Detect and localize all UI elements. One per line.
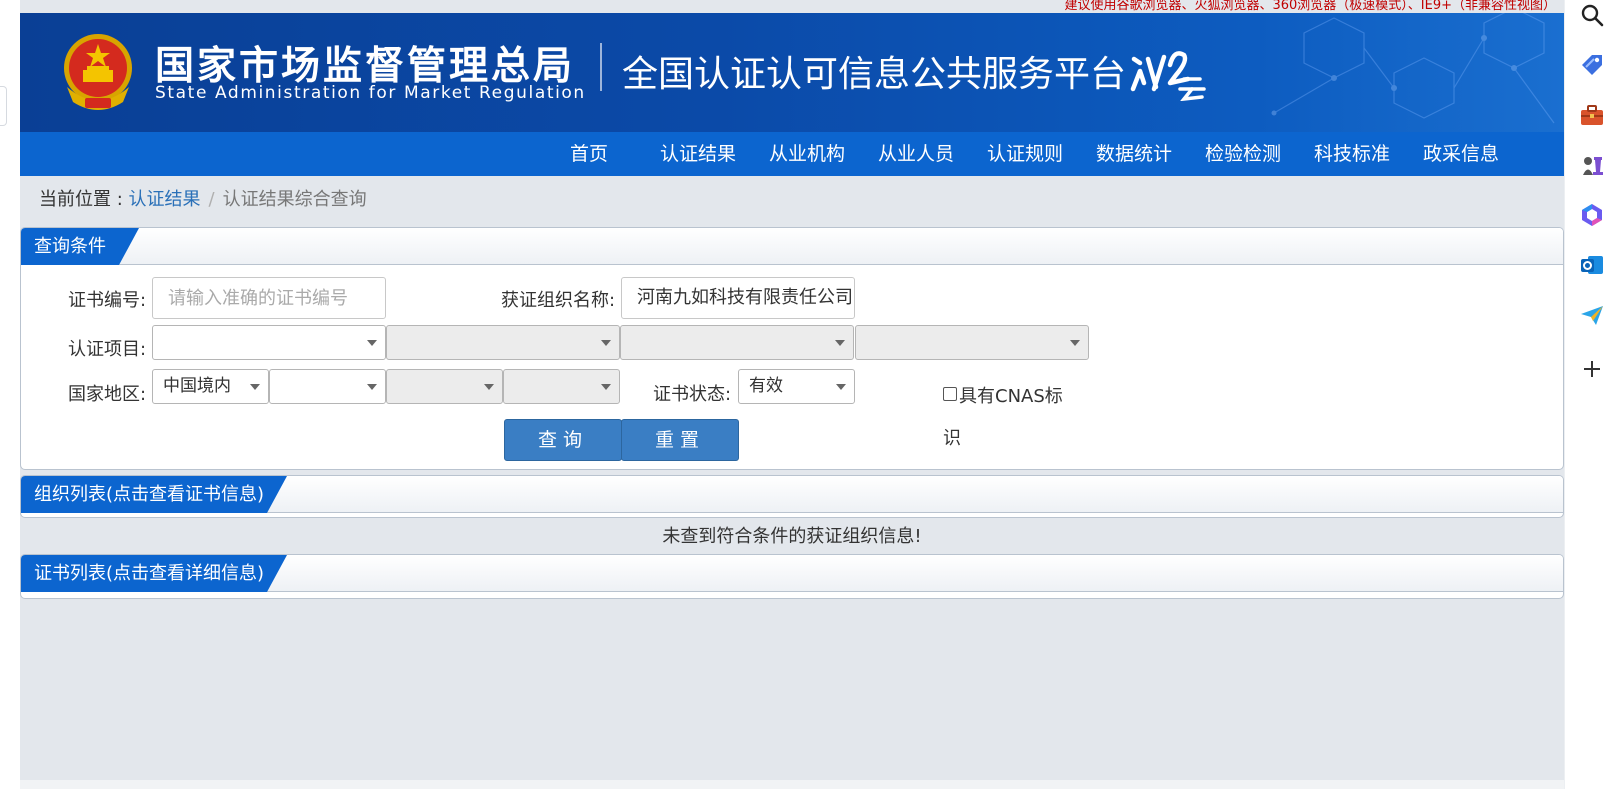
nav-item-institutions[interactable]: 从业机构 <box>769 132 845 176</box>
project-select-1[interactable] <box>152 325 386 360</box>
search-button[interactable]: 查询 <box>504 419 622 461</box>
nav-item-standards[interactable]: 科技标准 <box>1314 132 1390 176</box>
region-select-value: 中国境内 <box>163 376 231 396</box>
send-icon[interactable] <box>1579 302 1605 328</box>
region-select-city[interactable] <box>386 369 503 404</box>
project-select-3[interactable] <box>620 325 854 360</box>
org-name-label: 获证组织名称: <box>501 290 616 311</box>
nav-item-personnel[interactable]: 从业人员 <box>878 132 954 176</box>
cnas-label: 具有CNAS标识 <box>943 386 1063 449</box>
chevron-down-icon <box>484 384 494 390</box>
reset-button[interactable]: 重置 <box>621 419 739 461</box>
status-select-value: 有效 <box>749 376 783 396</box>
project-label: 认证项目: <box>68 339 147 360</box>
query-panel-header: 查询条件 <box>21 228 1563 265</box>
network-decoration <box>1271 13 1555 124</box>
region-select-district[interactable] <box>503 369 620 404</box>
org-list-empty-message: 未查到符合条件的获证组织信息! <box>662 526 922 547</box>
tag-icon[interactable] <box>1579 52 1605 78</box>
browser-notice: 建议使用谷歌浏览器、火狐浏览器、360浏览器（极速模式）、IE9+（非兼容性视图… <box>1064 0 1556 13</box>
national-emblem-icon <box>64 34 132 110</box>
region-select-country[interactable]: 中国境内 <box>152 369 269 404</box>
nav-item-inspection[interactable]: 检验检测 <box>1205 132 1281 176</box>
side-panel-handle[interactable] <box>0 86 7 126</box>
chevron-down-icon <box>836 384 846 390</box>
nav-item-procurement[interactable]: 政采信息 <box>1423 132 1499 176</box>
breadcrumb-prefix: 当前位置 : <box>39 189 129 210</box>
nav-item-cert-rules[interactable]: 认证规则 <box>987 132 1063 176</box>
copilot-icon[interactable] <box>1579 202 1605 228</box>
nav-item-statistics[interactable]: 数据统计 <box>1096 132 1172 176</box>
page: 建议使用谷歌浏览器、火狐浏览器、360浏览器（极速模式）、IE9+（非兼容性视图… <box>20 0 1564 780</box>
nav-item-home[interactable]: 首页 <box>570 132 608 176</box>
cert-list-header: 证书列表(点击查看详细信息) <box>21 555 1563 592</box>
status-select[interactable]: 有效 <box>738 369 855 404</box>
cert-list-title[interactable]: 证书列表(点击查看详细信息) <box>21 555 287 592</box>
project-select-4[interactable] <box>855 325 1089 360</box>
chevron-down-icon <box>250 384 260 390</box>
search-icon[interactable] <box>1579 2 1605 28</box>
add-icon[interactable] <box>1579 356 1605 382</box>
status-label: 证书状态: <box>653 384 732 405</box>
org-list-title[interactable]: 组织列表(点击查看证书信息) <box>21 476 287 513</box>
bottom-strip <box>20 780 1564 789</box>
chevron-down-icon <box>601 384 611 390</box>
chevron-down-icon <box>1070 340 1080 346</box>
cnas-checkbox[interactable] <box>943 387 957 401</box>
project-select-2[interactable] <box>386 325 620 360</box>
main-nav: 首页 认证结果 从业机构 从业人员 认证规则 数据统计 检验检测 科技标准 政采… <box>20 132 1564 176</box>
org-list-panel: 组织列表(点击查看证书信息) <box>20 475 1564 518</box>
chevron-down-icon <box>367 384 377 390</box>
org-name-input[interactable]: 河南九如科技有限责任公司 <box>621 277 855 319</box>
breadcrumb-current: 认证结果综合查询 <box>222 189 367 210</box>
toolbox-icon[interactable] <box>1579 102 1605 128</box>
region-select-province[interactable] <box>269 369 386 404</box>
cnas-checkbox-row[interactable]: 具有CNAS标识 <box>943 376 1068 460</box>
cert-list-panel: 证书列表(点击查看详细信息) <box>20 554 1564 599</box>
browser-sidebar <box>1564 0 1619 789</box>
breadcrumb-separator: / <box>208 189 215 210</box>
org-list-header: 组织列表(点击查看证书信息) <box>21 476 1563 513</box>
breadcrumb-link[interactable]: 认证结果 <box>129 189 201 210</box>
platform-title: 全国认证认可信息公共服务平台 <box>622 54 1127 95</box>
header-divider <box>600 43 602 91</box>
nav-item-cert-results[interactable]: 认证结果 <box>660 132 736 176</box>
region-label: 国家地区: <box>68 384 147 405</box>
renzheng-cloud-logo-icon <box>1130 51 1206 101</box>
chevron-down-icon <box>601 340 611 346</box>
outlook-icon[interactable] <box>1579 252 1605 278</box>
query-panel-title: 查询条件 <box>21 228 139 265</box>
chess-icon[interactable] <box>1579 152 1605 178</box>
agency-name-en: State Administration for Market Regulati… <box>155 83 586 103</box>
header-banner: 国家市场监督管理总局 State Administration for Mark… <box>20 13 1564 132</box>
breadcrumb: 当前位置 : 认证结果 / 认证结果综合查询 <box>39 185 367 211</box>
cert-no-label: 证书编号: <box>68 290 147 311</box>
chevron-down-icon <box>367 340 377 346</box>
chevron-down-icon <box>835 340 845 346</box>
cert-no-input[interactable] <box>152 277 386 319</box>
